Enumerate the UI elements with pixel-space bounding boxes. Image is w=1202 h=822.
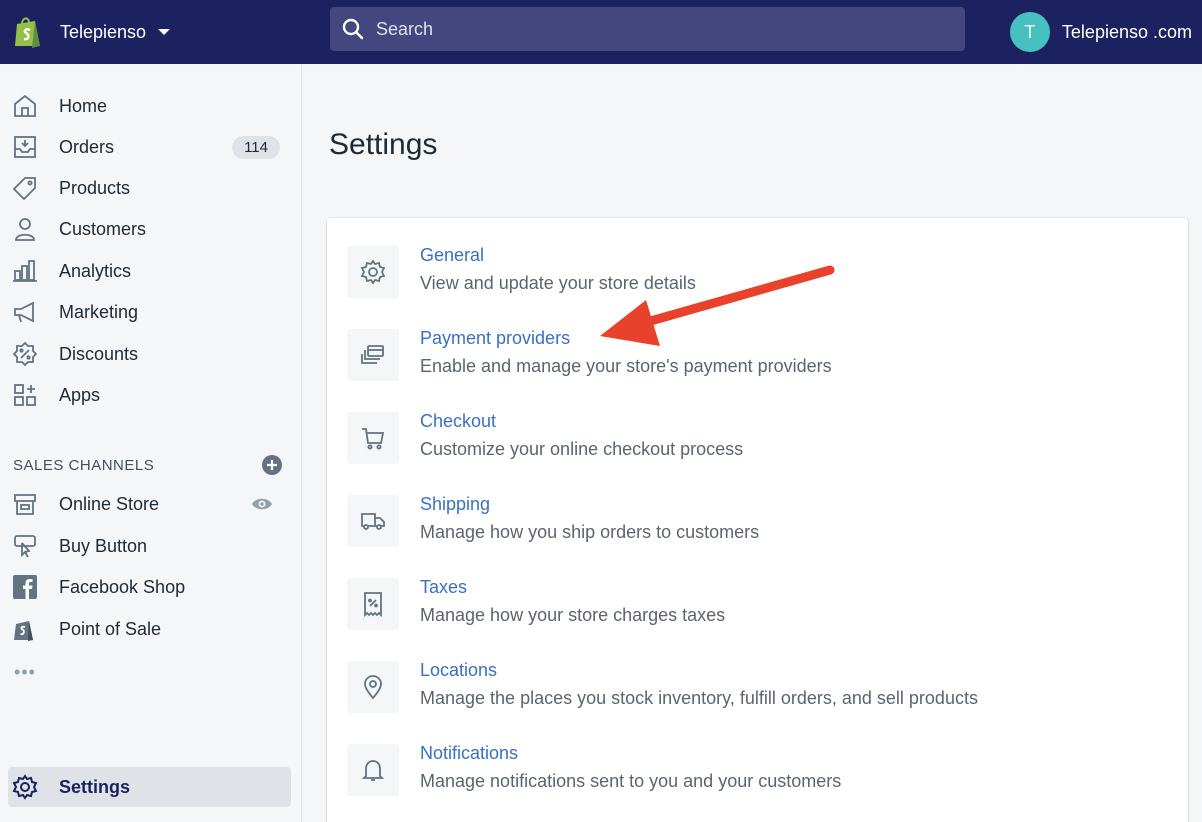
setting-description: View and update your store details [420, 273, 696, 293]
tag-icon [10, 173, 40, 203]
cart-icon [347, 412, 399, 464]
sidebar-item-label: Point of Sale [59, 618, 162, 639]
setting-title[interactable]: Notifications [420, 743, 841, 764]
sales-channels-header: SALES CHANNELS [13, 454, 283, 476]
avatar: T [1009, 12, 1050, 52]
setting-description: Manage how your store charges taxes [420, 605, 726, 625]
top-bar: Telepienso T Telepienso .com [0, 0, 1202, 64]
gear-icon [347, 246, 399, 298]
sidebar-item-label: Facebook Shop [59, 576, 186, 597]
settings-card: General View and update your store detai… [327, 218, 1188, 822]
chevron-down-icon [158, 29, 171, 35]
setting-title[interactable]: Payment providers [420, 328, 832, 349]
setting-title[interactable]: Shipping [420, 494, 759, 515]
sidebar-item-marketing[interactable]: Marketing [8, 292, 291, 332]
setting-text: Notifications Manage notifications sent … [420, 743, 841, 803]
sidebar-item-label: Marketing [59, 301, 139, 322]
setting-text: Locations Manage the places you stock in… [420, 660, 978, 720]
apps-icon [10, 380, 40, 410]
sidebar-item-online-store[interactable]: Online Store [8, 484, 291, 524]
account-name: Telepienso .com [1061, 21, 1192, 42]
setting-taxes[interactable]: Taxes Manage how your store charges taxe… [347, 575, 1167, 637]
store-name: Telepienso [60, 21, 147, 42]
eye-icon[interactable] [251, 493, 273, 515]
setting-description: Manage notifications sent to you and you… [420, 771, 842, 791]
search-icon [342, 18, 364, 40]
account-menu[interactable]: T Telepienso .com [1009, 0, 1192, 64]
sidebar-item-products[interactable]: Products [8, 168, 291, 208]
setting-text: Shipping Manage how you ship orders to c… [420, 494, 759, 554]
sidebar: Home Orders 114 Products Customers Analy… [0, 64, 302, 822]
setting-text: Checkout Customize your online checkout … [420, 411, 743, 471]
sidebar-item-home[interactable]: Home [8, 86, 291, 126]
receipt-icon [347, 578, 399, 630]
sidebar-item-point-of-sale[interactable]: Point of Sale [8, 609, 291, 649]
bar-chart-icon [10, 256, 40, 286]
setting-text: General View and update your store detai… [420, 245, 696, 305]
setting-title[interactable]: General [420, 245, 696, 266]
sidebar-item-settings[interactable]: Settings [8, 767, 291, 807]
setting-shipping[interactable]: Shipping Manage how you ship orders to c… [347, 492, 1167, 554]
sidebar-item-discounts[interactable]: Discounts [8, 334, 291, 374]
sidebar-item-label: Customers [59, 218, 147, 239]
gear-icon [10, 772, 40, 802]
page-title: Settings [329, 128, 438, 161]
setting-title[interactable]: Taxes [420, 577, 725, 598]
sidebar-item-customers[interactable]: Customers [8, 209, 291, 249]
setting-payment-providers[interactable]: Payment providers Enable and manage your… [347, 326, 1167, 388]
setting-text: Taxes Manage how your store charges taxe… [420, 577, 725, 637]
setting-text: Payment providers Enable and manage your… [420, 328, 832, 388]
facebook-icon [10, 572, 40, 602]
sidebar-item-label: Discounts [59, 343, 139, 364]
sidebar-item-label: Home [59, 95, 108, 116]
setting-title[interactable]: Checkout [420, 411, 743, 432]
sidebar-item-label: Settings [59, 776, 131, 797]
discount-icon [10, 339, 40, 369]
setting-locations[interactable]: Locations Manage the places you stock in… [347, 658, 1167, 720]
sidebar-item-label: Apps [59, 384, 101, 405]
sidebar-item-label: Buy Button [59, 535, 148, 556]
sidebar-item-buy-button[interactable]: Buy Button [8, 526, 291, 566]
person-icon [10, 214, 40, 244]
sidebar-item-analytics[interactable]: Analytics [8, 251, 291, 291]
setting-description: Enable and manage your store's payment p… [420, 356, 832, 376]
store-icon [10, 489, 40, 519]
setting-description: Manage the places you stock inventory, f… [420, 688, 978, 708]
payment-icon [347, 329, 399, 381]
sidebar-item-apps[interactable]: Apps [8, 375, 291, 415]
sidebar-item-orders[interactable]: Orders 114 [8, 127, 291, 167]
more-channels-button[interactable]: ••• [14, 662, 36, 683]
location-pin-icon [347, 661, 399, 713]
pos-icon [10, 614, 40, 644]
truck-icon [347, 495, 399, 547]
sidebar-item-label: Orders [59, 136, 115, 157]
megaphone-icon [10, 297, 40, 327]
shopify-logo-icon [12, 14, 44, 50]
orders-count-badge: 114 [232, 135, 280, 159]
orders-icon [10, 132, 40, 162]
search-bar[interactable] [330, 7, 965, 51]
bell-icon [347, 744, 399, 796]
sidebar-item-label: Online Store [59, 493, 160, 514]
buy-button-icon [10, 531, 40, 561]
setting-checkout[interactable]: Checkout Customize your online checkout … [347, 409, 1167, 471]
sales-channels-title: SALES CHANNELS [13, 456, 155, 474]
search-input[interactable] [376, 18, 936, 40]
setting-general[interactable]: General View and update your store detai… [347, 243, 1167, 305]
setting-title[interactable]: Locations [420, 660, 978, 681]
setting-description: Manage how you ship orders to customers [420, 522, 760, 542]
add-circle-icon[interactable] [261, 454, 283, 476]
setting-notifications[interactable]: Notifications Manage notifications sent … [347, 741, 1167, 803]
home-icon [10, 91, 40, 121]
store-switcher[interactable]: Telepienso [12, 0, 171, 64]
sidebar-item-label: Analytics [59, 260, 132, 281]
sidebar-item-label: Products [59, 177, 131, 198]
setting-description: Customize your online checkout process [420, 439, 744, 459]
sidebar-item-facebook-shop[interactable]: Facebook Shop [8, 567, 291, 607]
